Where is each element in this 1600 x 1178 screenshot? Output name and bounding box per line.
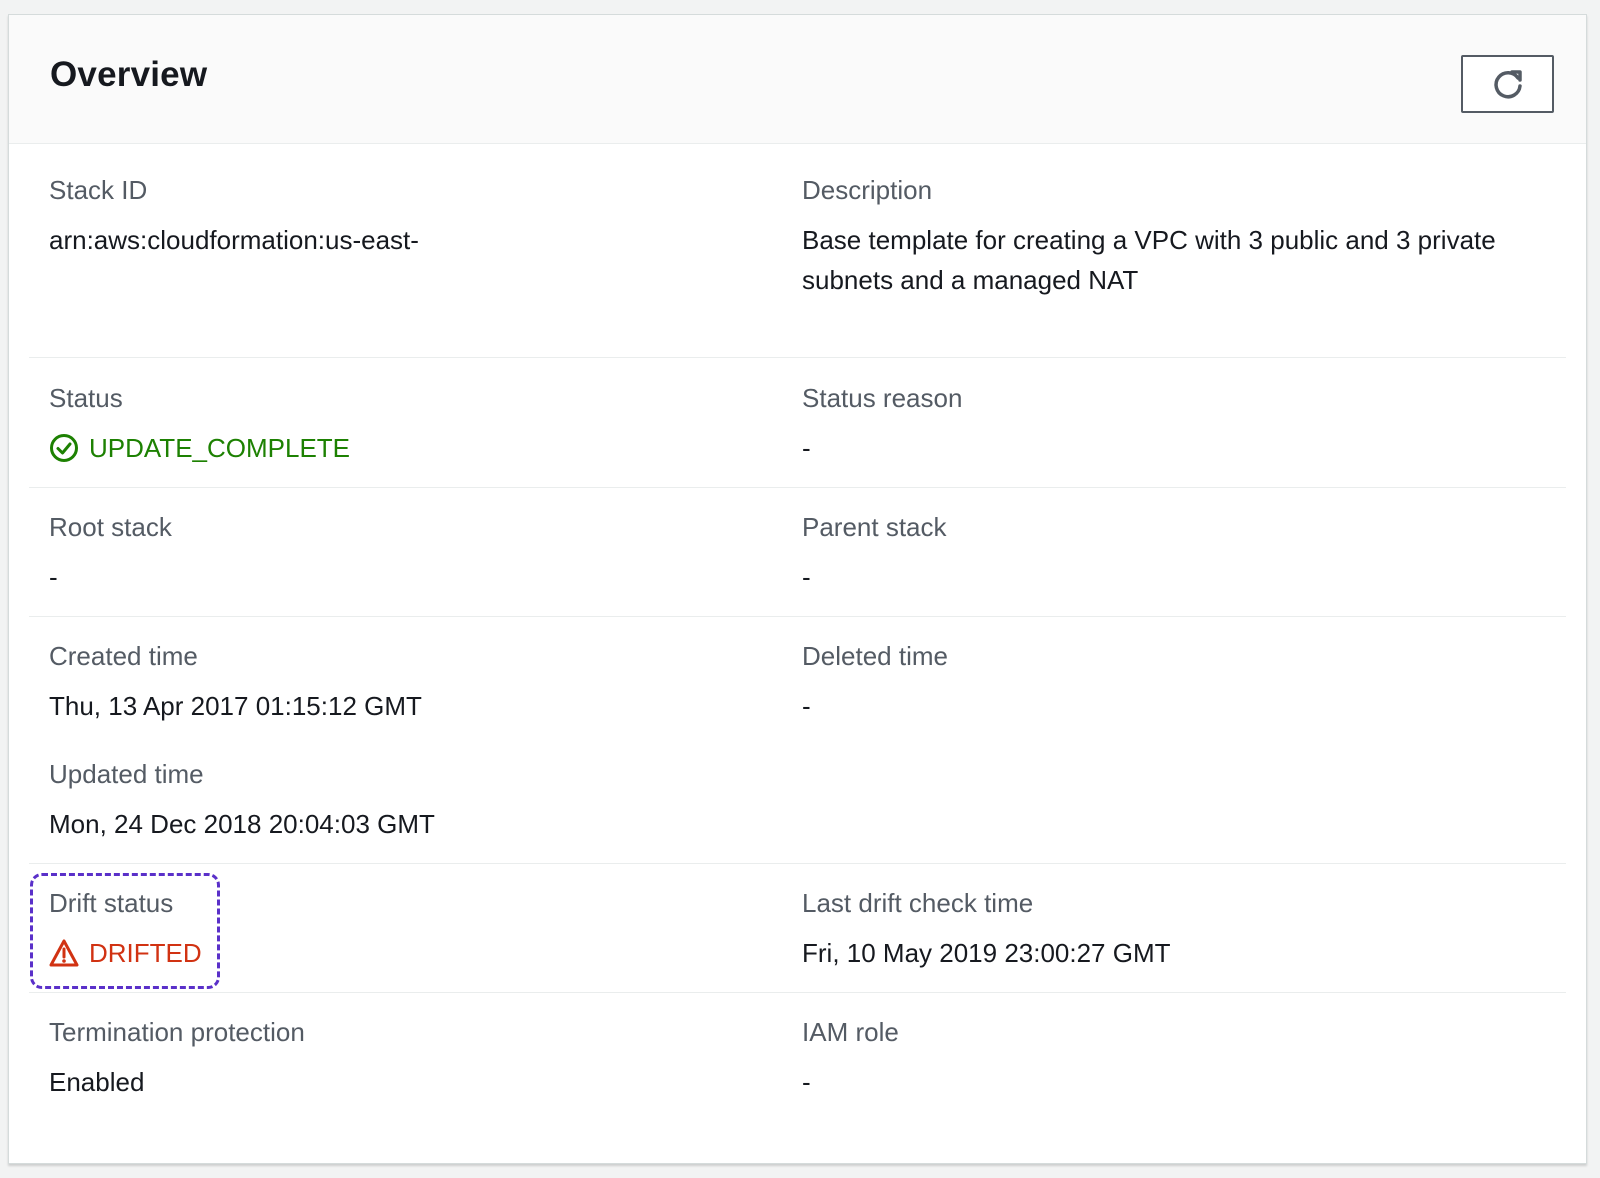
description-label: Description xyxy=(802,175,933,205)
created-time-value: Thu, 13 Apr 2017 01:15:12 GMT xyxy=(49,691,422,721)
updated-time-value: Mon, 24 Dec 2018 20:04:03 GMT xyxy=(49,809,435,839)
drift-status-label: Drift status xyxy=(49,888,174,918)
row-divider xyxy=(29,357,1566,358)
created-time-label: Created time xyxy=(49,641,198,671)
updated-time-label: Updated time xyxy=(49,759,204,789)
root-stack-value: - xyxy=(49,562,58,592)
status-text: UPDATE_COMPLETE xyxy=(89,433,351,463)
last-drift-check-label: Last drift check time xyxy=(802,888,1034,918)
drift-status-value: DRIFTED xyxy=(49,933,202,973)
termination-protection-value: Enabled xyxy=(49,1067,145,1097)
drift-status-text: DRIFTED xyxy=(89,938,202,968)
termination-protection-label: Termination protection xyxy=(49,1017,305,1047)
panel-header: Overview xyxy=(9,15,1586,144)
deleted-time-value: - xyxy=(802,691,811,721)
status-reason-value: - xyxy=(802,433,811,463)
parent-stack-label: Parent stack xyxy=(802,512,947,542)
deleted-time-label: Deleted time xyxy=(802,641,948,671)
overview-panel: Overview Stack ID arn:aws:cloudformation… xyxy=(8,14,1587,1164)
iam-role-value: - xyxy=(802,1067,811,1097)
iam-role-label: IAM role xyxy=(802,1017,899,1047)
last-drift-check-value: Fri, 10 May 2019 23:00:27 GMT xyxy=(802,938,1171,968)
row-divider xyxy=(29,616,1566,617)
stack-id-label: Stack ID xyxy=(49,175,148,205)
check-circle-icon xyxy=(50,434,78,462)
root-stack-label: Root stack xyxy=(49,512,172,542)
parent-stack-value: - xyxy=(802,562,811,592)
refresh-button[interactable] xyxy=(1461,55,1554,113)
refresh-icon xyxy=(1493,70,1522,99)
row-divider xyxy=(29,992,1566,993)
row-divider xyxy=(29,863,1566,864)
status-label: Status xyxy=(49,383,123,413)
status-reason-label: Status reason xyxy=(802,383,963,413)
panel-title: Overview xyxy=(50,55,208,94)
status-value: UPDATE_COMPLETE xyxy=(49,428,350,468)
description-value: Base template for creating a VPC with 3 … xyxy=(802,225,1496,295)
stack-id-value: arn:aws:cloudformation:us-east- xyxy=(49,225,419,255)
row-divider xyxy=(29,487,1566,488)
warning-triangle-icon xyxy=(49,939,79,967)
